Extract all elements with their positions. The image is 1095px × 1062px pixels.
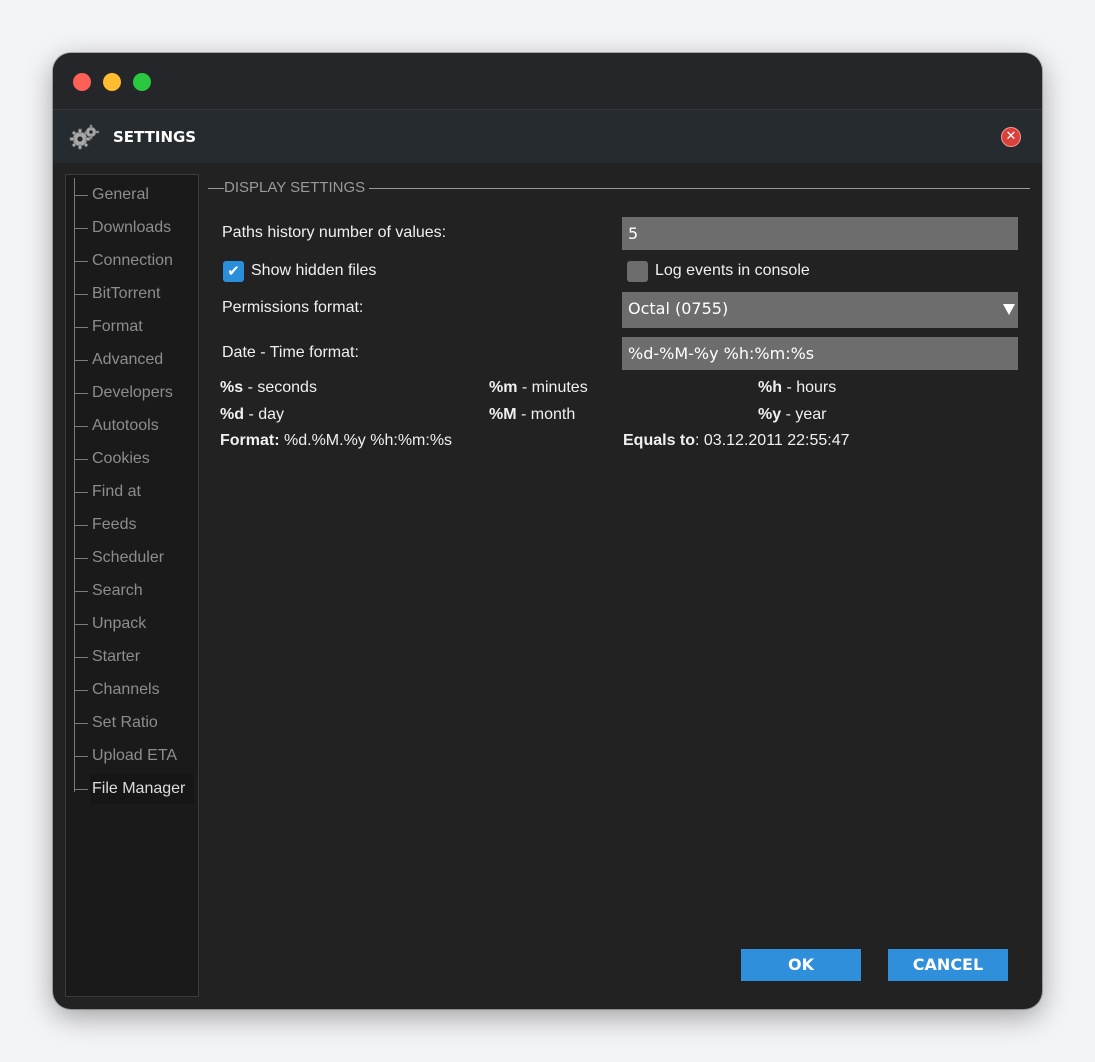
sidebar-item-format[interactable]: Format xyxy=(74,315,147,339)
help-hours: %h - hours xyxy=(758,379,837,396)
close-icon[interactable]: ✕ xyxy=(1001,127,1021,147)
permissions-label: Permissions format: xyxy=(222,299,364,316)
sidebar-item-label: Downloads xyxy=(92,219,172,236)
sidebar-item-label: Unpack xyxy=(92,615,147,632)
sidebar-item-label: Scheduler xyxy=(92,549,165,566)
show-hidden-label: Show hidden files xyxy=(251,262,377,279)
datetime-format-input[interactable]: %d-%M-%y %h:%m:%s xyxy=(622,337,1018,370)
checkmark-icon: ✔ xyxy=(227,262,240,280)
sidebar-item-label: Channels xyxy=(92,681,160,698)
sidebar-item-general[interactable]: General xyxy=(74,183,153,207)
sidebar-item-label: Feeds xyxy=(92,516,137,533)
log-events-checkbox[interactable] xyxy=(627,261,648,282)
paths-history-label: Paths history number of values: xyxy=(222,224,447,241)
sidebar-item-channels[interactable]: Channels xyxy=(74,678,164,702)
section-title: DISPLAY SETTINGS xyxy=(224,179,366,196)
sidebar-item-starter[interactable]: Starter xyxy=(74,645,144,669)
cancel-button[interactable]: CANCEL xyxy=(888,949,1008,981)
window-zoom-light[interactable] xyxy=(133,73,151,91)
permissions-select[interactable]: Octal (0755) xyxy=(622,292,1018,328)
sidebar-item-feeds[interactable]: Feeds xyxy=(74,513,140,537)
sidebar-item-cookies[interactable]: Cookies xyxy=(74,447,154,471)
help-seconds: %s - seconds xyxy=(220,379,317,396)
sidebar-item-label: Format xyxy=(92,318,143,335)
window-minimize-light[interactable] xyxy=(103,73,121,91)
sidebar-item-developers[interactable]: Developers xyxy=(74,381,177,405)
section-divider xyxy=(369,188,1030,189)
sidebar-item-search[interactable]: Search xyxy=(74,579,147,603)
dialog-header: SETTINGS xyxy=(53,109,1042,163)
gear-icon xyxy=(69,124,99,150)
sidebar-item-label: Set Ratio xyxy=(92,714,158,731)
help-year: %y - year xyxy=(758,406,827,423)
dialog-title: SETTINGS xyxy=(113,128,197,146)
sidebar-item-set-ratio[interactable]: Set Ratio xyxy=(74,711,162,735)
sidebar-item-label: Advanced xyxy=(92,351,164,368)
window-titlebar xyxy=(53,53,1042,109)
sidebar-item-file-manager[interactable]: File Manager xyxy=(74,774,194,804)
format-example: Format: %d.%M.%y %h:%m:%s xyxy=(220,432,453,449)
section-divider xyxy=(208,188,224,189)
sidebar-item-scheduler[interactable]: Scheduler xyxy=(74,546,168,570)
sidebar-item-label: Find at xyxy=(92,483,141,500)
sidebar-item-label: General xyxy=(92,186,149,203)
sidebar-item-downloads[interactable]: Downloads xyxy=(74,216,175,240)
sidebar-item-advanced[interactable]: Advanced xyxy=(74,348,167,372)
show-hidden-checkbox[interactable]: ✔ xyxy=(223,261,244,282)
sidebar-item-upload-eta[interactable]: Upload ETA xyxy=(74,744,181,768)
settings-content: DISPLAY SETTINGS Paths history number of… xyxy=(208,179,1033,959)
paths-history-input[interactable]: 5 xyxy=(622,217,1018,250)
sidebar-item-label: File Manager xyxy=(92,780,186,797)
help-day: %d - day xyxy=(220,406,285,423)
caret-down-icon xyxy=(1003,304,1015,315)
settings-nav-tree: General Downloads Connection BitTorrent … xyxy=(65,174,199,997)
sidebar-item-find-at[interactable]: Find at xyxy=(74,480,145,504)
sidebar-item-label: Developers xyxy=(92,384,173,401)
sidebar-item-unpack[interactable]: Unpack xyxy=(74,612,150,636)
sidebar-item-connection[interactable]: Connection xyxy=(74,249,177,273)
tree-connector xyxy=(74,178,75,792)
permissions-selected-value: Octal (0755) xyxy=(628,299,729,318)
help-minutes: %m - minutes xyxy=(489,379,588,396)
help-month: %M - month xyxy=(489,406,576,423)
sidebar-item-label: Search xyxy=(92,582,143,599)
sidebar-item-label: Upload ETA xyxy=(92,747,178,764)
sidebar-item-bittorrent[interactable]: BitTorrent xyxy=(74,282,164,306)
sidebar-item-label: Cookies xyxy=(92,450,150,467)
ok-button[interactable]: OK xyxy=(741,949,861,981)
sidebar-item-label: Connection xyxy=(92,252,173,269)
sidebar-item-autotools[interactable]: Autotools xyxy=(74,414,163,438)
log-events-label: Log events in console xyxy=(655,262,810,279)
window-close-light[interactable] xyxy=(73,73,91,91)
sidebar-item-label: Autotools xyxy=(92,417,159,434)
sidebar-item-label: Starter xyxy=(92,648,141,665)
sidebar-item-label: BitTorrent xyxy=(92,285,161,302)
equals-example: Equals to: 03.12.2011 22:55:47 xyxy=(623,432,850,449)
settings-window: SETTINGS ✕ General Downloads Connection … xyxy=(53,53,1042,1009)
datetime-label: Date - Time format: xyxy=(222,344,359,361)
